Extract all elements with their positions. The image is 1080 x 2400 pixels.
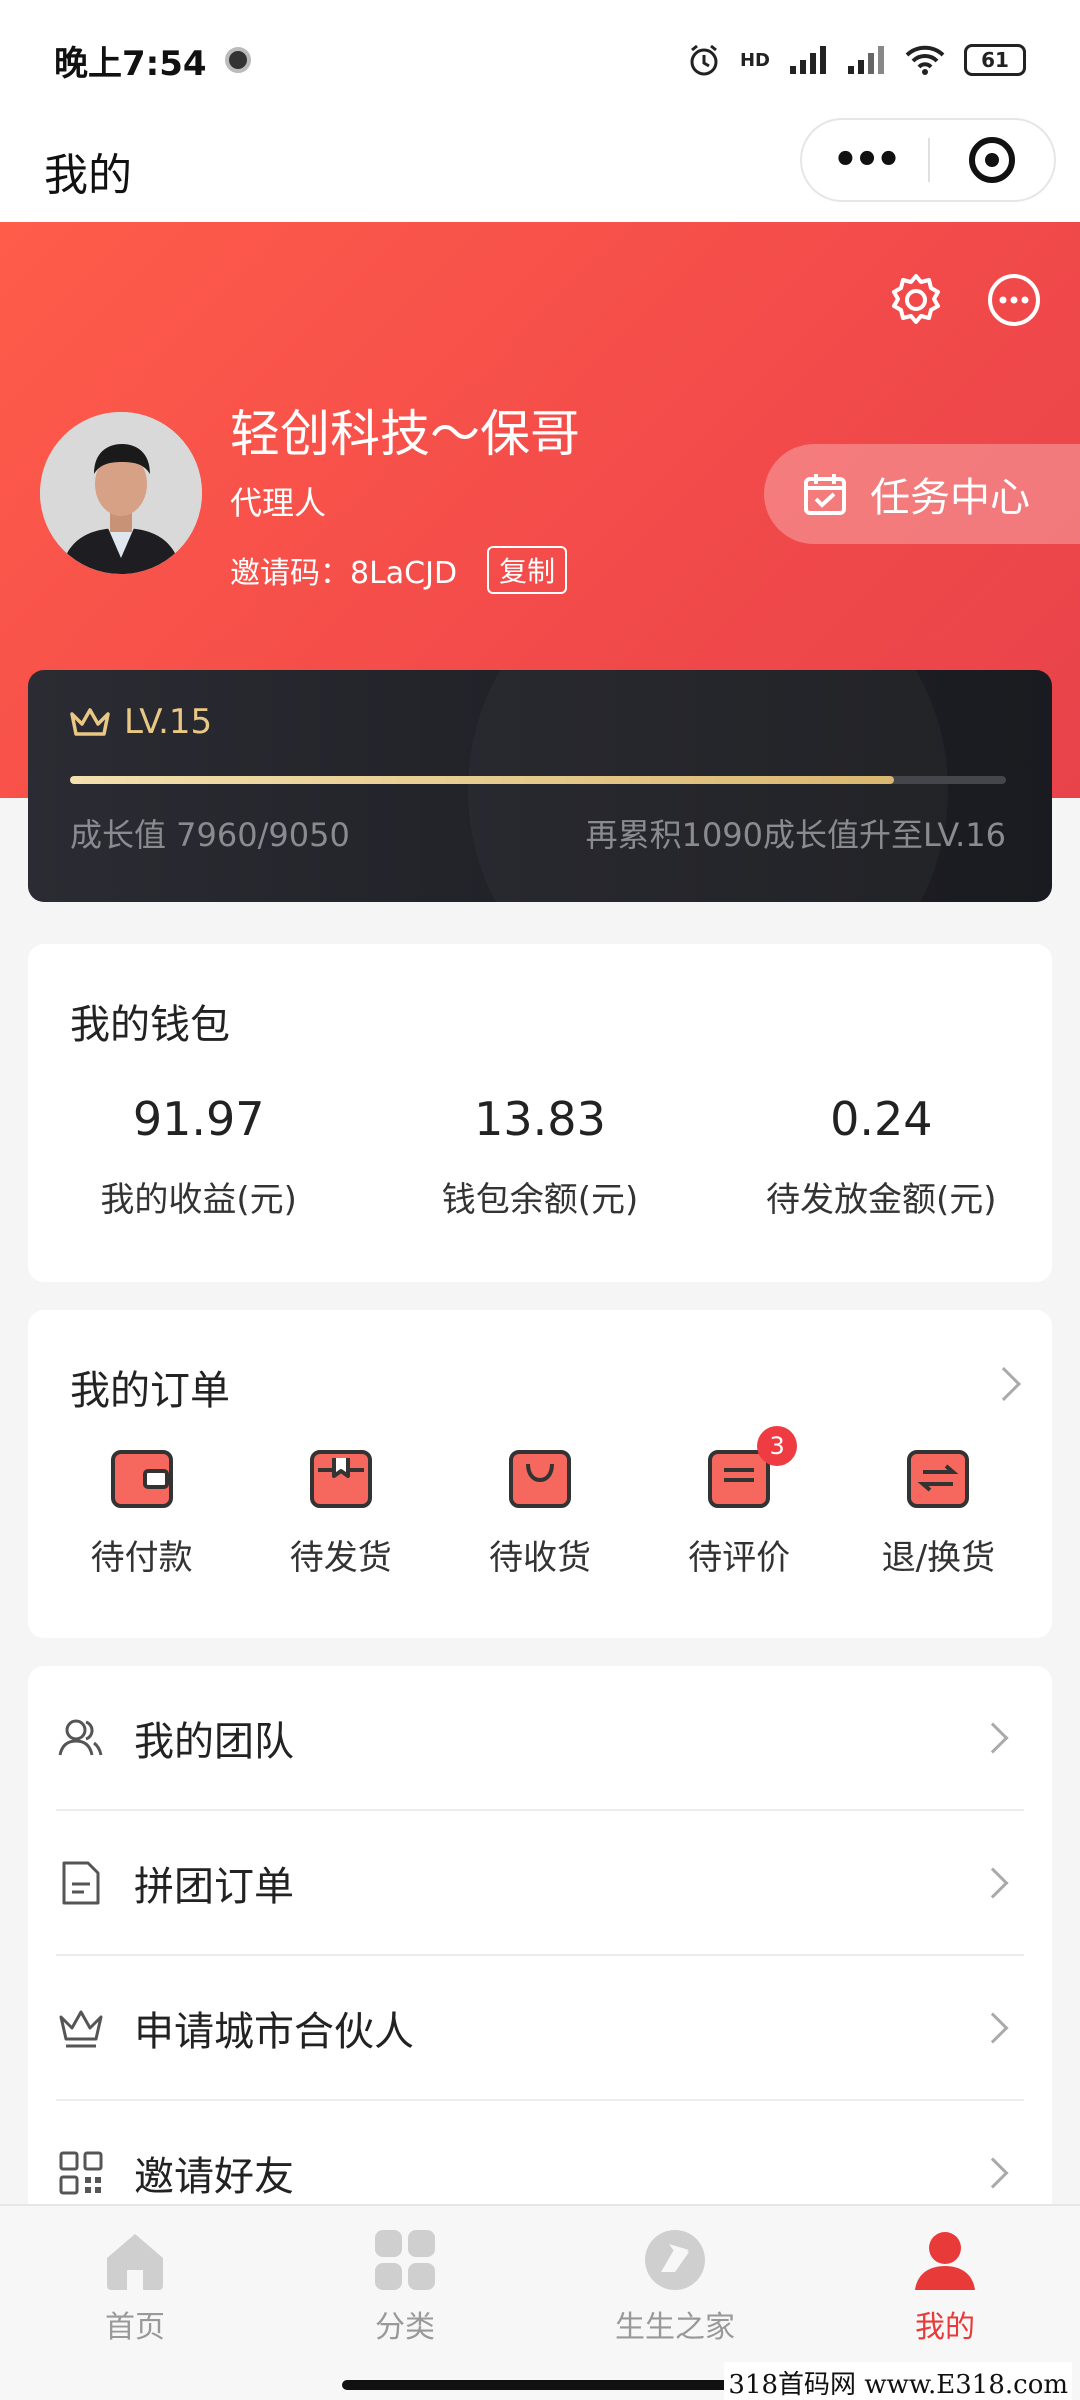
user-name: 轻创科技～保哥 (230, 405, 580, 463)
menu-label: 邀请好友 (134, 2153, 294, 2200)
order-label: 待收货 (488, 1538, 591, 1578)
home-icon (107, 2234, 163, 2290)
avatar-image (40, 412, 202, 574)
wallet-icon (110, 1450, 173, 1508)
box-icon (309, 1450, 372, 1508)
order-status-items: 待付款 待发货 待收货 3 待评价 退/换货 (28, 1426, 1052, 1579)
wallet-card: 我的钱包 91.97 我的收益(元) 13.83 钱包余额(元) 0.24 待发… (28, 944, 1052, 1282)
review-count-badge: 3 (757, 1426, 798, 1466)
order-item-pending-receipt[interactable]: 待收货 (450, 1450, 630, 1579)
copy-button[interactable]: 复制 (487, 546, 568, 594)
chevron-right-icon (977, 2156, 1009, 2189)
order-label: 待付款 (90, 1538, 193, 1578)
menu-item-group-orders[interactable]: 拼团订单 (56, 1811, 1024, 1954)
orders-title[interactable]: 我的订单 (70, 1358, 230, 1416)
status-indicators: HD 61 (686, 42, 1026, 78)
wallet-title: 我的钱包 (70, 1002, 230, 1048)
menu-list-card: 我的团队 拼团订单 申请城市合伙人 邀请好友 (28, 1666, 1052, 2226)
order-label: 待评价 (688, 1538, 791, 1578)
mini-program-capsule: ••• (800, 118, 1056, 202)
person-icon (915, 2232, 975, 2290)
crown-icon (59, 2010, 103, 2047)
wallet-item-balance[interactable]: 13.83 钱包余额(元) (369, 1092, 710, 1221)
chevron-right-icon (977, 2011, 1009, 2044)
crown-icon (70, 708, 110, 736)
network-type-label: HD (739, 49, 770, 71)
menu-item-city-partner[interactable]: 申请城市合伙人 (56, 1956, 1024, 2099)
message-icon[interactable] (984, 270, 1044, 330)
order-item-refund-exchange[interactable]: 退/换货 (848, 1450, 1028, 1579)
wallet-value: 0.24 (830, 1092, 933, 1146)
notification-dot-icon (224, 47, 251, 73)
watermark: 318首码网 www.E318.com (724, 2362, 1072, 2400)
settings-gear-icon[interactable] (886, 270, 946, 330)
brand-icon (645, 2230, 705, 2290)
next-level-hint: 再累积1090成长值升至LV.16 (585, 816, 1006, 854)
tab-label: 我的 (915, 2310, 975, 2345)
orders-card: 我的订单 待付款 待发货 待收货 3 待评价 退/换货 (28, 1310, 1052, 1638)
order-item-pending-payment[interactable]: 待付款 (52, 1450, 232, 1579)
invite-code-row: 邀请码：8LaCJD 复制 (230, 546, 568, 594)
growth-value: 成长值 7960/9050 (70, 816, 350, 854)
level-row: LV.15 (68, 702, 212, 742)
tab-label: 生生之家 (615, 2310, 735, 2345)
more-button[interactable]: ••• (802, 137, 928, 183)
battery-icon: 61 (964, 44, 1026, 76)
wallet-label: 钱包余额(元) (441, 1180, 639, 1220)
chevron-right-icon (977, 1721, 1009, 1754)
growth-progress-fill (70, 776, 894, 784)
grid-icon (375, 2230, 435, 2290)
level-card[interactable]: LV.15 成长值 7960/9050 再累积1090成长值升至LV.16 (28, 670, 1052, 902)
status-bar: 晚上7:54 HD 61 (0, 0, 1080, 120)
wallet-items: 91.97 我的收益(元) 13.83 钱包余额(元) 0.24 待发放金额(元… (28, 1092, 1052, 1221)
tab-mine[interactable]: 我的 (810, 2206, 1080, 2356)
growth-progress-bar (70, 776, 1006, 784)
tab-home[interactable]: 首页 (0, 2206, 270, 2356)
team-icon (58, 1719, 103, 1755)
order-label: 待发货 (289, 1538, 392, 1578)
signal-icon (790, 46, 826, 74)
tab-label: 分类 (375, 2310, 435, 2345)
home-indicator[interactable] (342, 2380, 738, 2390)
wallet-label: 我的收益(元) (100, 1180, 297, 1220)
level-label: LV.15 (124, 702, 213, 742)
task-center-label: 任务中心 (870, 475, 1030, 521)
menu-label: 我的团队 (134, 1718, 294, 1765)
menu-item-my-team[interactable]: 我的团队 (56, 1666, 1024, 1809)
alarm-icon (690, 44, 718, 76)
tab-label: 首页 (105, 2310, 165, 2345)
chevron-right-icon (977, 1866, 1009, 1899)
avatar[interactable] (40, 412, 202, 574)
menu-label: 申请城市合伙人 (134, 2008, 414, 2055)
wifi-icon (905, 45, 945, 75)
close-target-icon (968, 137, 1015, 183)
wallet-value: 13.83 (474, 1092, 606, 1146)
signal-2-icon (848, 46, 884, 74)
task-center-button[interactable]: 任务中心 (764, 444, 1080, 544)
close-button[interactable] (930, 137, 1054, 183)
exchange-icon (907, 1450, 970, 1508)
wallet-label: 待发放金额(元) (766, 1180, 997, 1220)
wallet-item-earnings[interactable]: 91.97 我的收益(元) (28, 1092, 369, 1221)
order-item-pending-review[interactable]: 3 待评价 (649, 1426, 829, 1579)
wallet-item-pending[interactable]: 0.24 待发放金额(元) (711, 1092, 1052, 1221)
tab-category[interactable]: 分类 (270, 2206, 540, 2356)
order-label: 退/换货 (881, 1538, 996, 1578)
menu-label: 拼团订单 (134, 1863, 294, 1910)
orders-chevron-right-icon[interactable] (987, 1367, 1021, 1401)
status-time: 晚上7:54 (54, 43, 207, 84)
wallet-value: 91.97 (132, 1092, 265, 1146)
calendar-check-icon (804, 474, 846, 515)
qrcode-icon (59, 2151, 103, 2194)
invite-code-text: 邀请码：8LaCJD (230, 556, 458, 591)
user-role: 代理人 (230, 484, 327, 522)
document-icon (62, 1861, 100, 1904)
page-title: 我的 (44, 150, 132, 201)
order-item-pending-shipment[interactable]: 待发货 (251, 1450, 431, 1579)
tab-shengsheng-home[interactable]: 生生之家 (540, 2206, 810, 2356)
bag-icon (508, 1450, 571, 1508)
